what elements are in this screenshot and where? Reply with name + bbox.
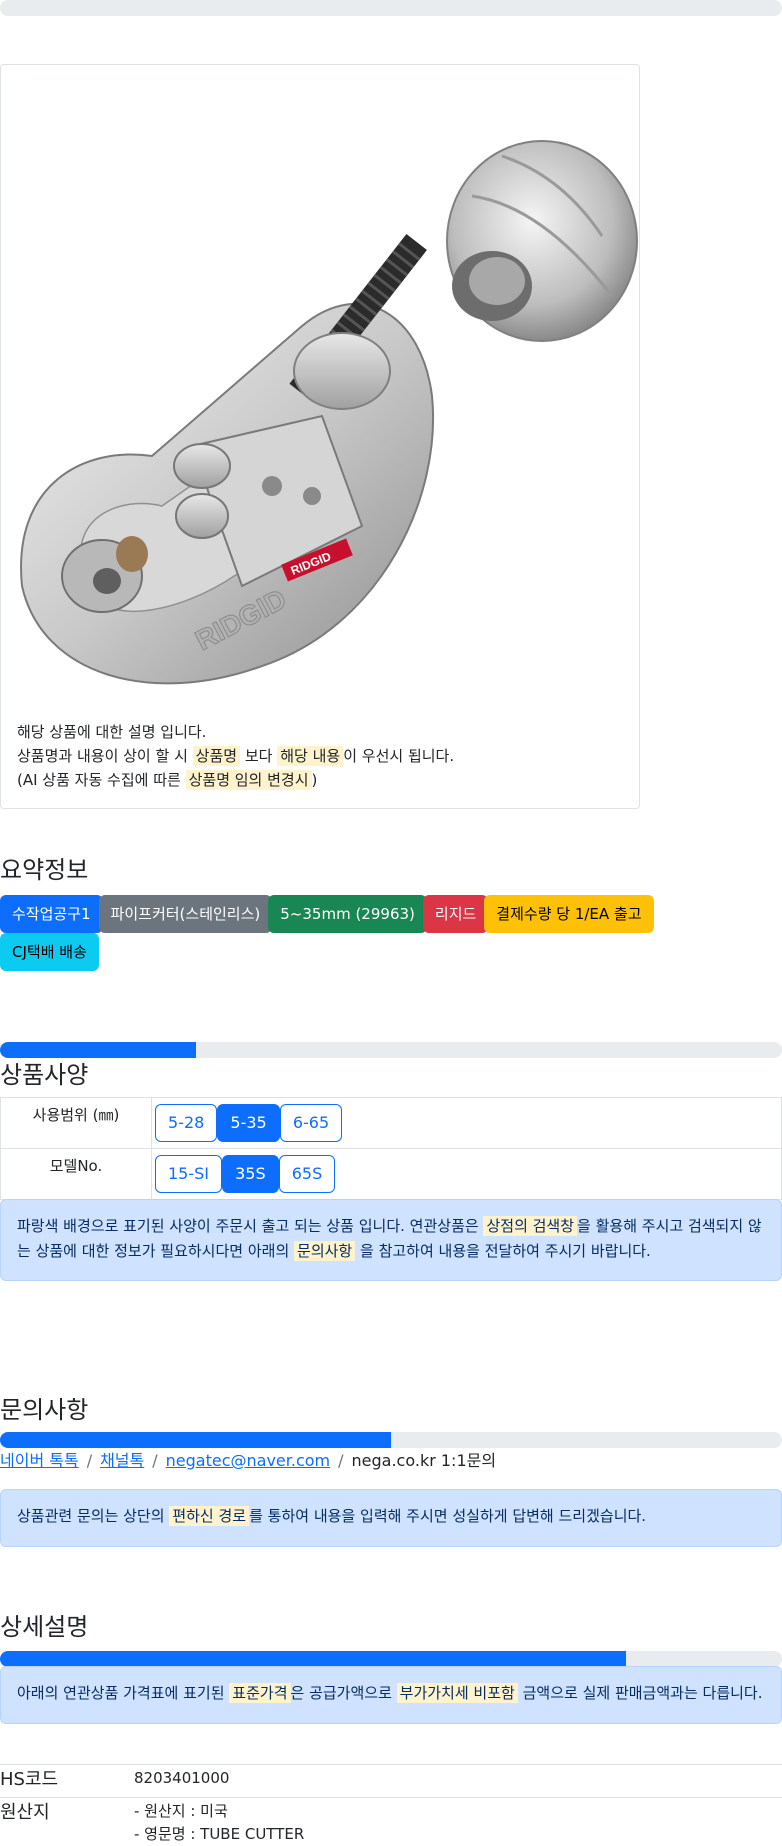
tag-product-type: 파이프커터(스테인리스)	[98, 895, 273, 933]
highlight-vat-excluded: 부가가치세 비포함	[396, 1683, 518, 1703]
product-disclaimer: 해당 상품에 대한 설명 입니다. 상품명과 내용이 상이 할 시 상품명 보다…	[17, 720, 454, 792]
option-model-35s[interactable]: 35S	[222, 1155, 279, 1193]
inquiry-channels: 네이버 톡톡 / 채널톡 / negatec@naver.com / nega.co.kr …	[0, 1447, 496, 1471]
site-inquiry-text: nega.co.kr 1:1문의	[351, 1451, 497, 1470]
spec-label-model: 모델No.	[0, 1148, 152, 1200]
tag-brand: 리지드	[422, 895, 489, 933]
tag-quantity: 결제수량 당 1/EA 출고	[484, 895, 654, 933]
tag-size: 5~35mm (29963)	[268, 895, 427, 933]
highlight-channel: 편하신 경로	[169, 1506, 250, 1526]
highlight-product-name: 상품명	[192, 746, 241, 766]
info-row-hs-code: HS코드 8203401000	[0, 1764, 782, 1797]
separator: /	[338, 1451, 344, 1470]
inquiry-title: 문의사항	[0, 1396, 89, 1424]
tag-category: 수작업공구1	[0, 895, 103, 933]
origin-english-name: - 영문명 : TUBE CUTTER	[134, 1825, 305, 1843]
disclaimer-line-3: (AI 상품 자동 수집에 따른 상품명 임의 변경시)	[17, 770, 318, 790]
detail-progress-bar	[0, 1651, 782, 1667]
product-card: RIDGID RIDGID 해당 상품에 대한 설명 입니다. 상품명과 내용이…	[0, 64, 640, 809]
detail-title: 상세설명	[0, 1613, 89, 1641]
email-link[interactable]: negatec@naver.com	[166, 1451, 330, 1470]
disclaimer-line-2: 상품명과 내용이 상이 할 시 상품명 보다 해당 내용 이 우선시 됩니다.	[17, 746, 455, 766]
spec-label-range: 사용범위 (㎜)	[0, 1097, 152, 1149]
summary-tags: 수작업공구1 파이프커터(스테인리스) 5~35mm (29963) 리지드 결…	[0, 895, 690, 971]
option-range-5-28[interactable]: 5-28	[155, 1104, 218, 1142]
spec-title: 상품사양	[0, 1061, 89, 1089]
inquiry-notice: 상품관련 문의는 상단의 편하신 경로 를 통하여 내용을 입력해 주시면 성실하…	[0, 1489, 782, 1547]
origin-label: 원산지	[0, 1802, 50, 1823]
info-row-origin: 원산지 - 원산지 : 미국 - 영문명 : TUBE CUTTER	[0, 1797, 782, 1846]
origin-country: - 원산지 : 미국	[134, 1802, 228, 1820]
spec-notice: 파랑색 배경으로 표기된 사양이 주문시 출고 되는 상품 입니다. 연관상품은…	[0, 1199, 782, 1281]
tag-shipping: CJ택배 배송	[0, 933, 99, 971]
highlight-name-change: 상품명 임의 변경시	[185, 770, 312, 790]
inquiry-progress-bar	[0, 1432, 782, 1448]
separator: /	[86, 1451, 93, 1470]
highlight-content: 해당 내용	[277, 746, 344, 766]
spec-row-range: 사용범위 (㎜) 5-28 5-35 6-65	[0, 1097, 782, 1149]
detail-notice: 아래의 연관상품 가격표에 표기된 표준가격 은 공급가액으로 부가가치세 비포함…	[0, 1666, 782, 1724]
spec-options-model: 15-SI 35S 65S	[151, 1148, 782, 1200]
product-image: RIDGID RIDGID	[2, 66, 638, 702]
highlight-inquiry: 문의사항	[294, 1241, 356, 1261]
detail-progress-fill	[0, 1651, 626, 1667]
tube-cutter-illustration: RIDGID RIDGID	[20, 140, 638, 685]
hs-code-value: 8203401000	[134, 1769, 230, 1787]
channel-talk-link[interactable]: 채널톡	[100, 1451, 144, 1470]
option-range-6-65[interactable]: 6-65	[279, 1104, 343, 1142]
option-range-5-35[interactable]: 5-35	[217, 1104, 280, 1142]
spec-table: 사용범위 (㎜) 5-28 5-35 6-65 모델No. 15-SI 35S …	[0, 1097, 782, 1200]
summary-title: 요약정보	[0, 856, 89, 884]
option-model-65s[interactable]: 65S	[278, 1155, 336, 1193]
spec-options-range: 5-28 5-35 6-65	[151, 1097, 782, 1149]
disclaimer-line-1: 해당 상품에 대한 설명 입니다.	[17, 723, 207, 741]
naver-talktalk-link[interactable]: 네이버 톡톡	[0, 1451, 79, 1470]
highlight-standard-price: 표준가격	[229, 1683, 291, 1703]
option-model-15-si[interactable]: 15-SI	[155, 1155, 223, 1193]
spec-row-model: 모델No. 15-SI 35S 65S	[0, 1148, 782, 1200]
top-progress-bar	[0, 0, 782, 16]
hs-code-label: HS코드	[0, 1769, 59, 1790]
spec-progress-bar	[0, 1042, 782, 1058]
origin-value: - 원산지 : 미국 - 영문명 : TUBE CUTTER	[134, 1800, 304, 1846]
inquiry-progress-fill	[0, 1432, 391, 1448]
highlight-search-box: 상점의 검색창	[483, 1216, 578, 1236]
separator: /	[152, 1451, 158, 1470]
